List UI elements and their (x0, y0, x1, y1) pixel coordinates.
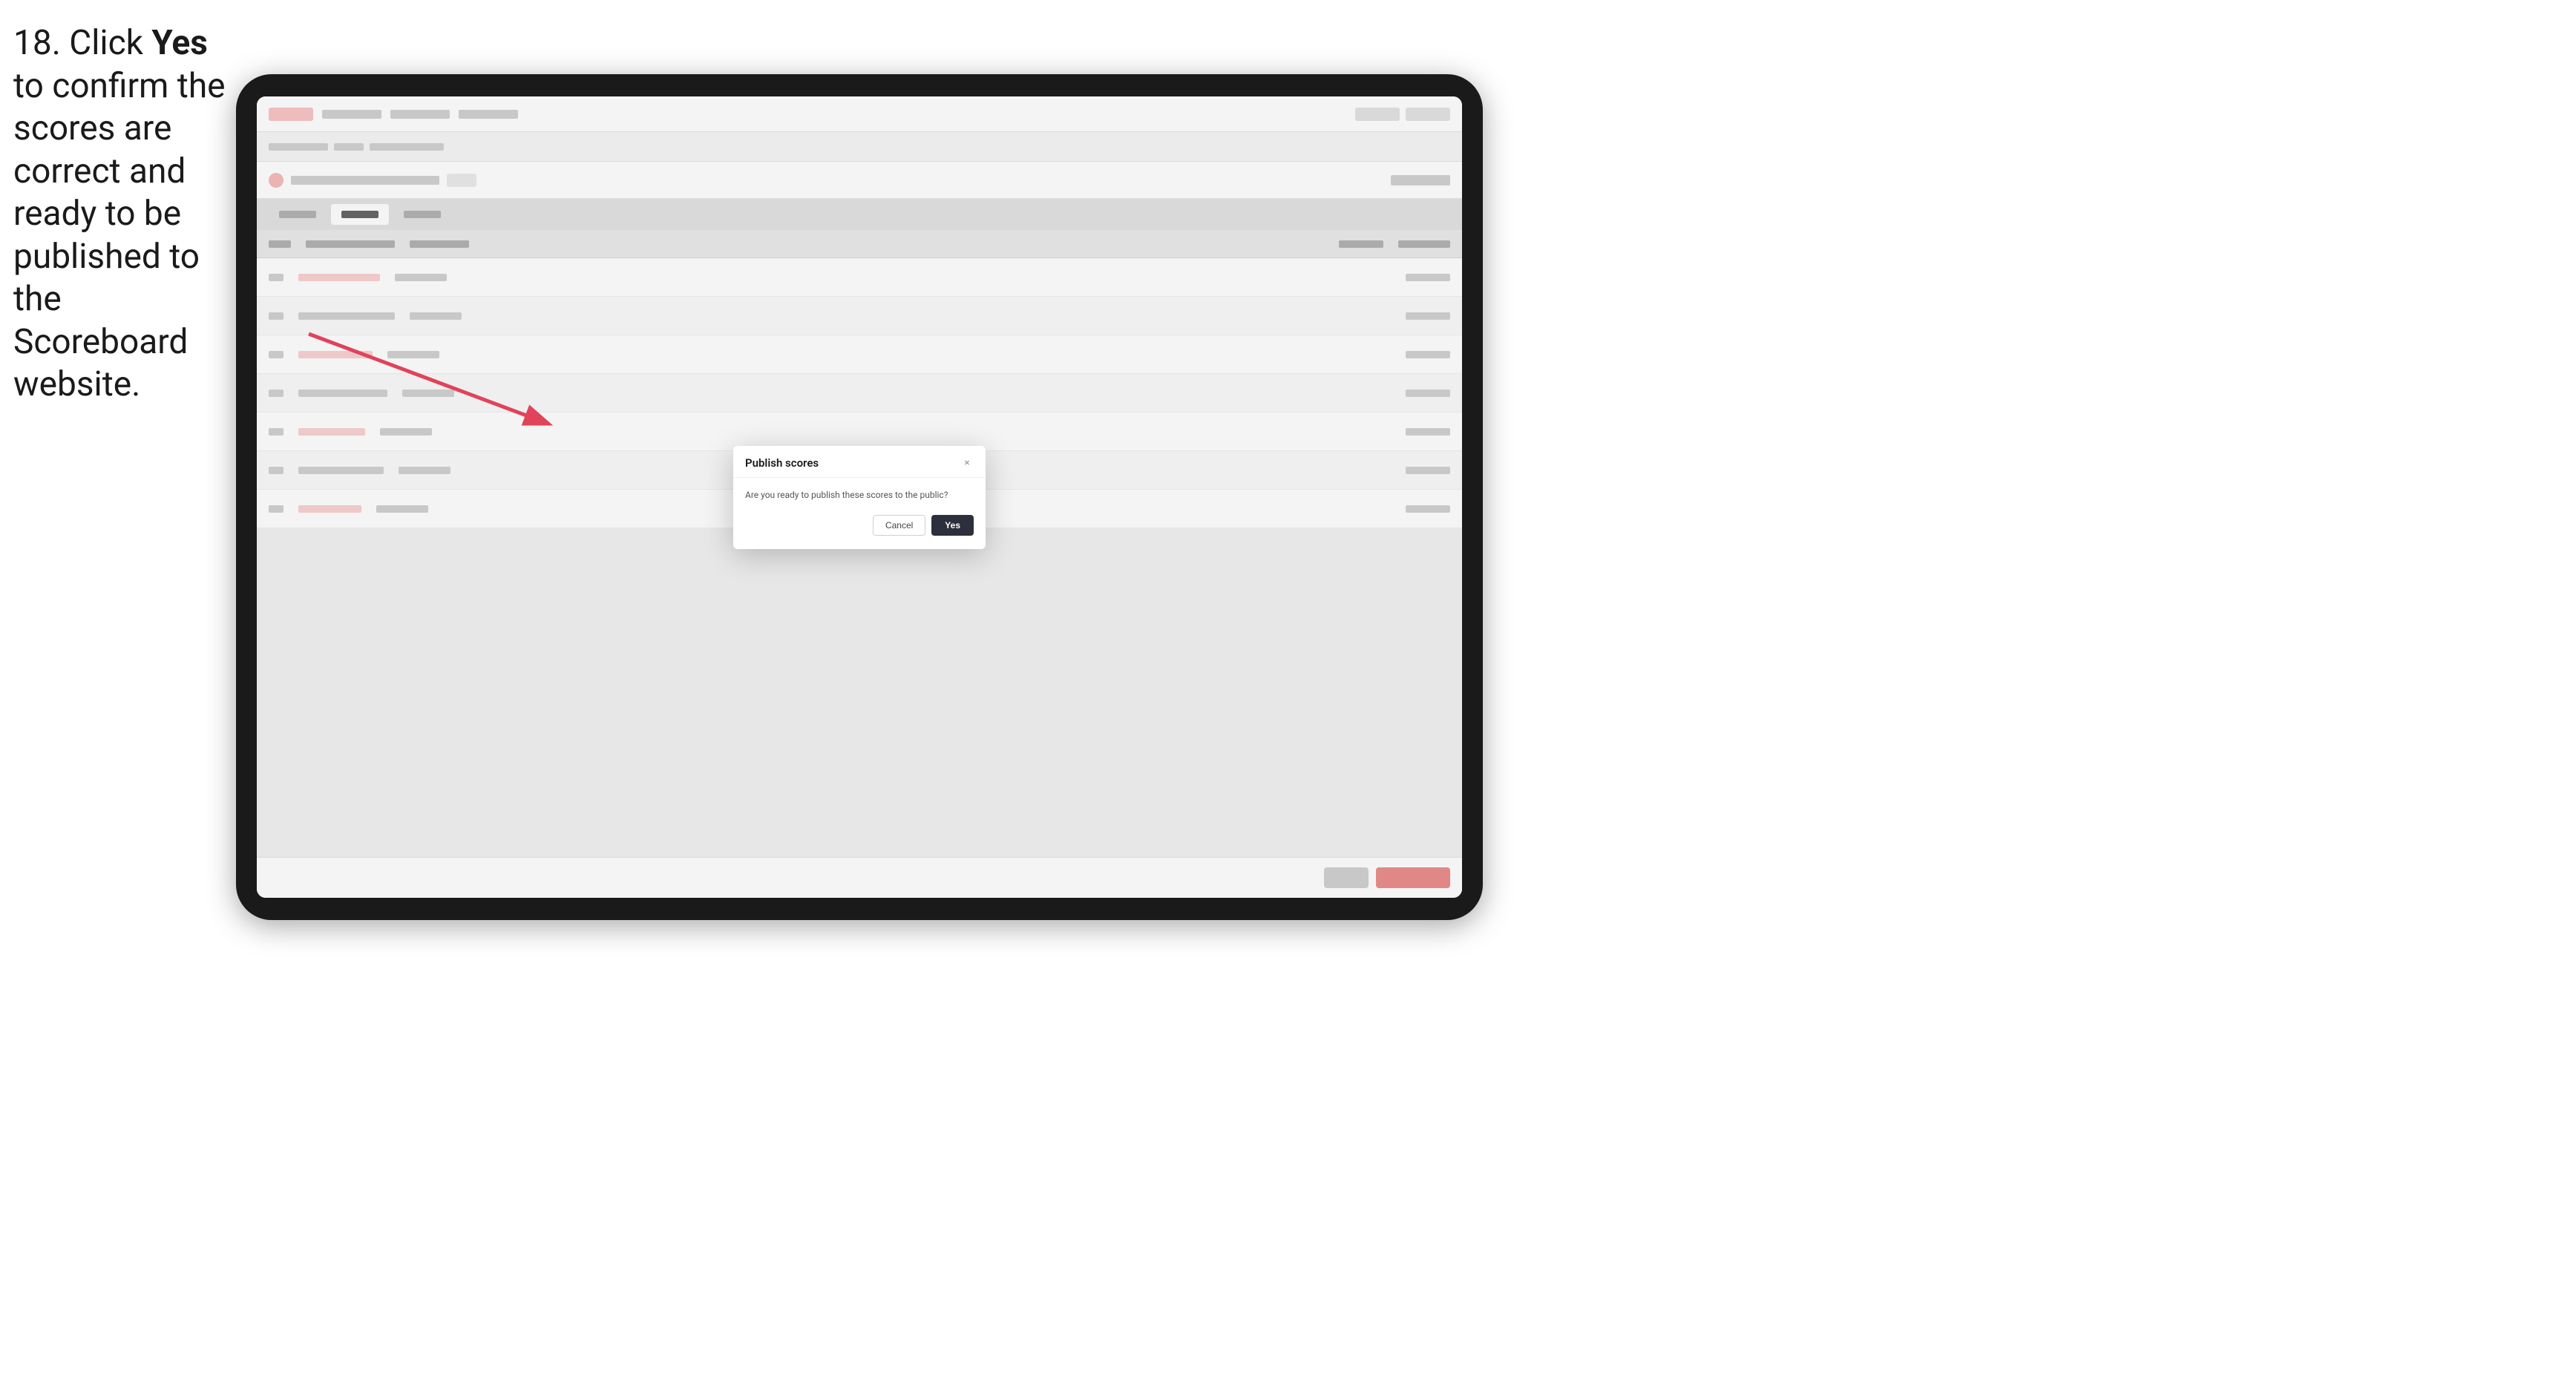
publish-scores-dialog: Publish scores × Are you ready to publis… (733, 446, 986, 549)
instruction-text: 18. Click Yes to confirm the scores are … (13, 22, 236, 407)
dialog-body: Are you ready to publish these scores to… (733, 478, 986, 549)
dialog-title: Publish scores (745, 456, 819, 470)
dialog-close-button[interactable]: × (960, 456, 974, 470)
yes-button[interactable]: Yes (931, 515, 974, 536)
dialog-overlay: Publish scores × Are you ready to publis… (257, 96, 1462, 898)
yes-emphasis: Yes (151, 23, 208, 63)
instruction-body: to confirm the scores are correct and re… (13, 66, 226, 405)
tablet-screen: Publish scores × Are you ready to publis… (257, 96, 1462, 898)
dialog-actions: Cancel Yes (745, 515, 974, 536)
dialog-message: Are you ready to publish these scores to… (745, 488, 974, 502)
dialog-header: Publish scores × (733, 446, 986, 478)
cancel-button[interactable]: Cancel (873, 515, 925, 536)
step-number: 18. (13, 23, 61, 63)
tablet-device: Publish scores × Are you ready to publis… (236, 74, 1483, 920)
